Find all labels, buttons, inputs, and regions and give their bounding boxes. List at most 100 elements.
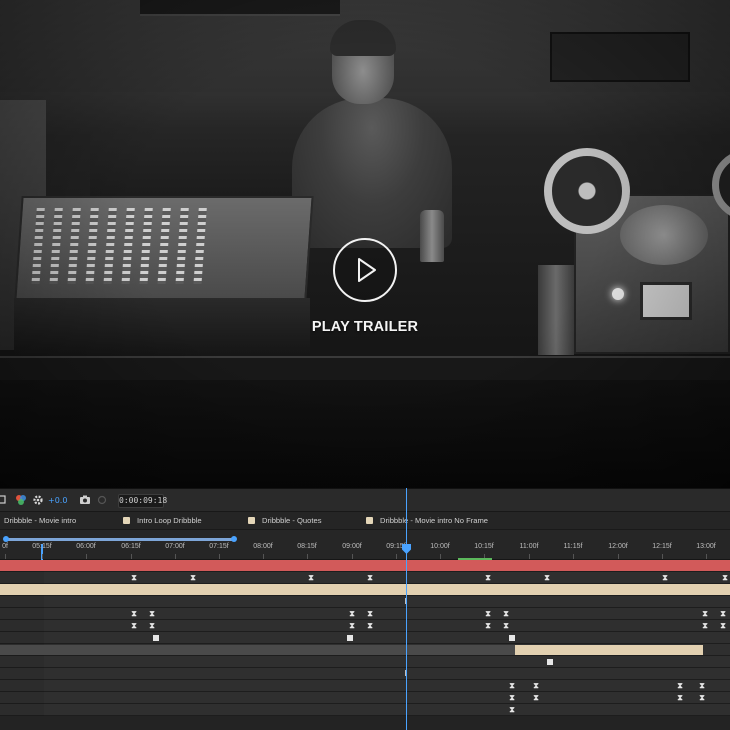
zoom-value[interactable]: +0.0 xyxy=(48,496,67,505)
color-wheel-icon[interactable] xyxy=(14,493,28,508)
layer-header[interactable] xyxy=(0,680,44,692)
gear-icon[interactable] xyxy=(32,493,44,508)
keyframe-icon[interactable]: ⧗ xyxy=(190,573,196,582)
keyframe-icon[interactable]: ⧗ xyxy=(677,681,683,690)
layer-lane[interactable] xyxy=(44,608,730,620)
keyframe-icon[interactable]: ⧗ xyxy=(131,609,137,618)
work-area-start-handle[interactable] xyxy=(3,536,9,542)
layer-header[interactable] xyxy=(0,560,44,572)
tab-label: Intro Loop Dribbble xyxy=(137,516,202,525)
keyframe-icon[interactable]: ⧗ xyxy=(702,621,708,630)
ruler-tick-label: 11:00f xyxy=(519,543,539,550)
keyframe-icon[interactable]: ⧗ xyxy=(503,609,509,618)
layer-header[interactable] xyxy=(0,584,44,596)
ruler-tick-label: 0f xyxy=(2,543,8,550)
keyframe-icon[interactable]: ⧗ xyxy=(149,621,155,630)
keyframe-icon[interactable]: ⧗ xyxy=(662,573,668,582)
keyframe-icon[interactable]: ⧗ xyxy=(722,573,728,582)
keyframe-icon[interactable]: ⧗ xyxy=(131,621,137,630)
keyframe-icon[interactable]: ⧗ xyxy=(308,573,314,582)
color-swatch-icon xyxy=(123,517,130,524)
keyframe-icon[interactable]: ⧗ xyxy=(699,681,705,690)
keyframe-icon[interactable]: ⧗ xyxy=(720,609,726,618)
keyframe-icon[interactable]: ⧗ xyxy=(349,621,355,630)
keyframe-icon[interactable]: ⧗ xyxy=(544,573,550,582)
hold-keyframe-icon[interactable] xyxy=(509,635,515,641)
keyframe-icon[interactable]: ⧗ xyxy=(509,705,515,714)
layer-bar[interactable] xyxy=(515,645,703,655)
layer-lane[interactable] xyxy=(44,668,730,680)
layer-header[interactable] xyxy=(0,632,44,644)
layer-header[interactable] xyxy=(0,692,44,704)
keyframe-icon[interactable]: ⧗ xyxy=(149,609,155,618)
tab-intro-loop[interactable]: Intro Loop Dribbble xyxy=(123,516,202,528)
layers-icon[interactable] xyxy=(0,493,8,508)
layer-lane[interactable] xyxy=(44,704,730,716)
keyframe-icon[interactable]: ⧗ xyxy=(699,693,705,702)
keyframe-icon[interactable]: ⧗ xyxy=(677,693,683,702)
layer-header[interactable] xyxy=(0,572,44,584)
keyframe-icon[interactable]: ⧗ xyxy=(509,681,515,690)
keyframe-icon[interactable]: ⧗ xyxy=(533,693,539,702)
keyframe-icon[interactable]: ⧗ xyxy=(367,573,373,582)
layer-lane[interactable] xyxy=(44,656,730,668)
play-trailer-button[interactable] xyxy=(333,238,397,302)
layer-lane[interactable] xyxy=(44,584,730,596)
hold-keyframe-icon[interactable] xyxy=(347,635,353,641)
layer-lane[interactable] xyxy=(44,596,730,608)
keyframe-icon[interactable]: ⧗ xyxy=(349,609,355,618)
layer-header[interactable] xyxy=(0,668,44,680)
keyframe-icon[interactable]: ⧗ xyxy=(702,609,708,618)
work-area-bar[interactable] xyxy=(6,538,234,541)
play-trailer-label[interactable]: PLAY TRAILER xyxy=(290,319,440,335)
keyframe-icon[interactable]: ⧗ xyxy=(367,609,373,618)
tab-label: Dribbble - Quotes xyxy=(262,516,322,525)
hold-keyframe-icon[interactable] xyxy=(547,659,553,665)
time-ruler[interactable]: 0f 05:15f 06:00f 06:15f 07:00f 07:15f 08:00f 08… xyxy=(0,530,730,560)
layer-lane[interactable] xyxy=(44,560,730,572)
layer-lane[interactable] xyxy=(44,632,730,644)
layer-header[interactable] xyxy=(0,656,44,668)
keyframe-icon[interactable]: ⧗ xyxy=(720,621,726,630)
keyframe-icon[interactable]: ⧗ xyxy=(367,621,373,630)
layer-lane[interactable] xyxy=(44,620,730,632)
ruler-tick-label: 05:15f xyxy=(32,543,52,550)
current-timecode[interactable]: 0:00:09:18 xyxy=(118,494,167,508)
keyframe-icon[interactable]: ⧗ xyxy=(485,621,491,630)
ruler-tick xyxy=(440,554,441,559)
ruler-tick xyxy=(529,554,530,559)
keyframe-icon[interactable]: ⧗ xyxy=(503,621,509,630)
play-icon xyxy=(358,258,376,282)
ruler-tick-label: 12:15f xyxy=(652,543,672,550)
mask-icon[interactable] xyxy=(97,493,107,508)
ruler-tick xyxy=(352,554,353,559)
app-window: PLAY TRAILER +0.0 0:00:09:18 Dribbble - … xyxy=(0,0,730,730)
video-preview[interactable]: PLAY TRAILER xyxy=(0,0,730,488)
layer-header[interactable] xyxy=(0,608,44,620)
layer-lane[interactable] xyxy=(44,692,730,704)
layer-lane[interactable] xyxy=(44,572,730,584)
composition-tabs: Dribbble - Movie intro Intro Loop Dribbb… xyxy=(0,512,730,530)
keyframe-icon[interactable]: ⧗ xyxy=(485,573,491,582)
ruler-tick xyxy=(131,554,132,559)
keyframe-icon[interactable]: ⧗ xyxy=(509,693,515,702)
work-area-end-handle[interactable] xyxy=(231,536,237,542)
layer-header[interactable] xyxy=(0,620,44,632)
keyframe-icon[interactable]: ⧗ xyxy=(131,573,137,582)
tab-movie-intro[interactable]: Dribbble - Movie intro xyxy=(4,516,76,528)
layer-header[interactable] xyxy=(0,704,44,716)
hold-keyframe-icon[interactable] xyxy=(153,635,159,641)
tab-movie-intro-no-frame[interactable]: Dribbble - Movie intro No Frame xyxy=(366,516,488,528)
green-marker-bar[interactable] xyxy=(458,558,492,560)
layer-header[interactable] xyxy=(0,596,44,608)
ruler-tick-label: 13:00f xyxy=(696,543,716,550)
ruler-tick-label: 06:00f xyxy=(76,543,96,550)
tab-quotes[interactable]: Dribbble - Quotes xyxy=(248,516,322,528)
keyframe-icon[interactable]: ⧗ xyxy=(485,609,491,618)
ruler-tick-label: 08:15f xyxy=(297,543,317,550)
ruler-tick-label: 09:00f xyxy=(342,543,362,550)
keyframe-icon[interactable]: ⧗ xyxy=(533,681,539,690)
layer-lane[interactable] xyxy=(44,680,730,692)
camera-icon[interactable] xyxy=(79,493,91,508)
playhead-line[interactable] xyxy=(406,488,407,730)
